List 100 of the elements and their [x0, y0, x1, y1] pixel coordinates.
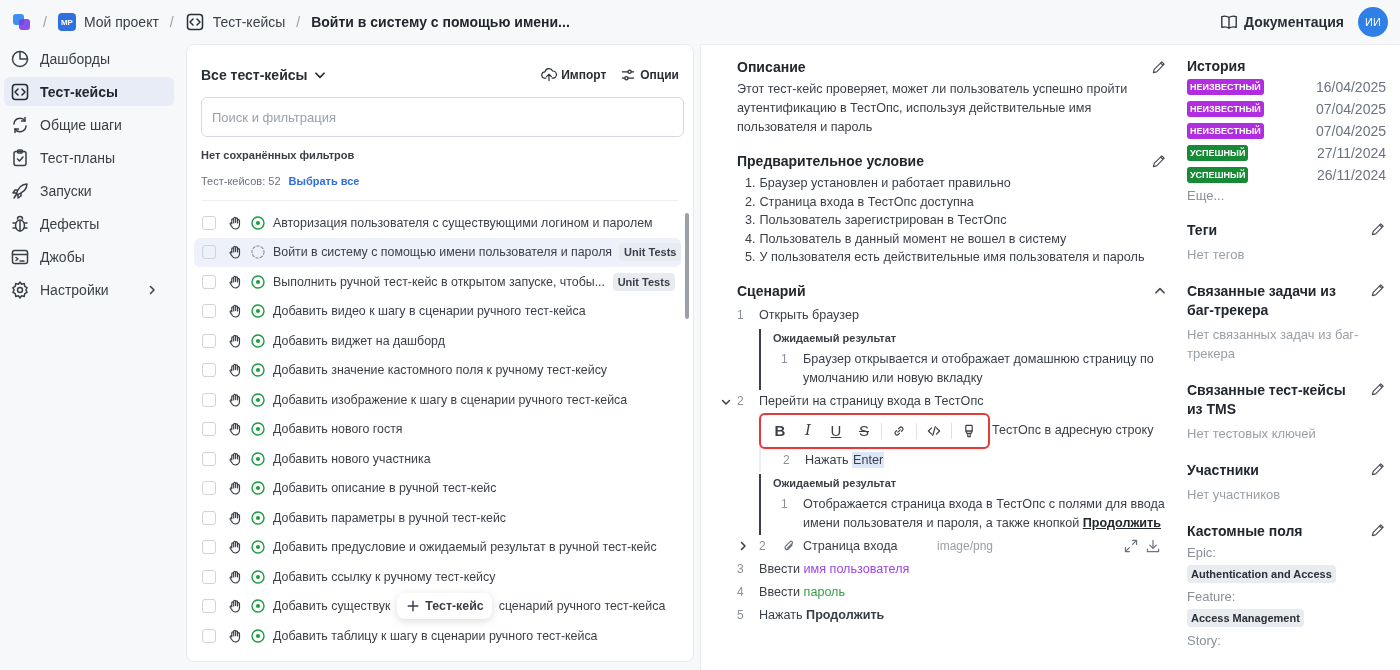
edit-icon[interactable] [1151, 153, 1167, 169]
attachment-name[interactable]: Страница входа [803, 536, 933, 556]
italic-button[interactable]: I [797, 420, 819, 441]
edit-icon[interactable] [1370, 522, 1386, 538]
test-case-row[interactable]: Добавить ссылку к ручному тест-кейсу [194, 562, 681, 592]
active-status-icon [250, 598, 266, 615]
test-case-row[interactable]: Добавить изображение к шагу в сценарии ручного тест-кейса [194, 385, 681, 415]
checkbox[interactable] [202, 333, 216, 348]
sidebar-item[interactable]: Дефекты [4, 209, 174, 238]
edit-icon[interactable] [1151, 59, 1167, 75]
edit-icon[interactable] [1370, 282, 1386, 298]
expected-result-text: Отображается страница входа в ТестОпс с полями для ввода имени пользователя и пароля, а также кнопкой Продолжить [803, 495, 1166, 532]
test-case-row[interactable]: Добавить виджет на дашборд [194, 326, 681, 356]
precondition-text: У пользователя есть действительные имя пользователя и пароль [759, 249, 1145, 266]
sidebar-item[interactable]: Общие шаги [4, 110, 174, 139]
breadcrumb-link[interactable]: Тест-кейсы [212, 14, 286, 30]
active-status-icon [250, 568, 266, 585]
hand-icon [227, 362, 243, 379]
download-icon[interactable] [1145, 538, 1161, 554]
hand-icon [227, 627, 243, 644]
documentation-link[interactable]: Документация [1220, 13, 1344, 31]
test-case-row[interactable]: Добавить предусловие и ожидаемый результат в ручной тест-кейс [194, 532, 681, 562]
checkbox[interactable] [202, 628, 216, 643]
test-case-row[interactable]: Выполнить ручной тест-кейс в открытом запуске, чтобы... Unit Tests [194, 267, 681, 297]
hand-icon [227, 450, 243, 467]
precondition-text: Пользователь зарегистрирован в ТестОпс [759, 212, 1007, 229]
test-case-row[interactable]: Авторизация пользователя с существующими логином и паролем [194, 208, 681, 238]
field-label: Story: [1187, 633, 1222, 648]
options-button[interactable]: Опции [620, 67, 679, 83]
checkbox[interactable] [202, 363, 216, 378]
sliders-icon [620, 67, 637, 83]
status-badge: НЕИЗВЕСТНЫЙ [1187, 79, 1264, 95]
test-case-row[interactable]: Добавить видео к шагу в сценарии ручного тест-кейса [194, 296, 681, 326]
expand-icon[interactable] [1123, 538, 1139, 554]
test-case-row[interactable]: Добавить значение кастомного поля к ручному тест-кейсу [194, 355, 681, 385]
test-case-title: Добавить параметры в ручной тест-кейс [273, 510, 506, 525]
test-case-row[interactable]: Добавить таблицу к шагу в сценарии ручного тест-кейса [194, 621, 681, 651]
precondition-text: Пользователь в данный момент не вошел в систему [759, 230, 1067, 248]
status-badge: НЕИЗВЕСТНЫЙ [1187, 123, 1264, 139]
test-case-title: Добавить значение кастомного поля к ручному тест-кейсу [273, 363, 608, 378]
search-field[interactable]: Поиск и фильтрация [201, 97, 684, 137]
edit-icon[interactable] [1370, 381, 1386, 397]
test-case-row[interactable]: Войти в систему с помощью имени пользователя и пароля Unit Tests [194, 237, 681, 267]
test-case-row[interactable]: Добавить нового участника [194, 444, 681, 474]
step-text: Перейти на страницу входа в ТестОпс [759, 392, 985, 410]
checkbox[interactable] [202, 569, 216, 584]
checkbox[interactable] [202, 481, 216, 496]
strike-button[interactable]: S [853, 420, 875, 441]
empty-text: Нет участников [1187, 486, 1282, 504]
underline-button[interactable]: U [825, 420, 847, 441]
breadcrumb-link[interactable]: Мой проект [83, 14, 159, 30]
attachment-number: 2 [759, 537, 767, 555]
sidebar-item[interactable]: Дашборды [4, 44, 174, 73]
sidebar-item[interactable]: Запуски [4, 176, 174, 205]
test-case-count: Тест-кейсов: 52 [201, 175, 281, 187]
bold-button[interactable]: B [769, 420, 791, 441]
hand-icon [227, 598, 243, 615]
logo-icon[interactable] [12, 12, 32, 32]
result-number: 1 [781, 350, 789, 368]
section-title: Связанные задачи из баг-трекера [1187, 282, 1337, 320]
sidebar-item[interactable]: Настройки [4, 275, 174, 304]
checkbox[interactable] [202, 510, 216, 525]
checkbox[interactable] [202, 599, 216, 614]
expected-result-label: Ожидаемый результат [773, 330, 898, 346]
breadcrumb-separator: / [296, 14, 301, 30]
checkbox[interactable] [202, 540, 216, 555]
sidebar-item[interactable]: Тест-кейсы [4, 77, 174, 106]
sidebar-item[interactable]: Тест-планы [4, 143, 174, 172]
empty-text: Нет связанных задач из баг-трекера [1187, 326, 1360, 363]
checkbox[interactable] [202, 274, 216, 289]
user-avatar[interactable]: ИИ [1358, 7, 1388, 37]
checkbox[interactable] [202, 215, 216, 230]
tag: Unit Tests [612, 272, 675, 291]
description-text: Этот тест-кейс проверяет, может ли пользователь успешно пройти аутентификацию в ТестОпс, используя действительные имя пользователя и пароль [737, 81, 1129, 136]
test-case-row[interactable]: Добавить параметры в ручной тест-кейс [194, 503, 681, 533]
scrollbar[interactable] [685, 213, 689, 319]
breadcrumb-separator: / [169, 14, 174, 30]
refresh-icon [10, 114, 30, 135]
history-date: 27/11/2024 [1316, 145, 1386, 161]
import-button[interactable]: Импорт [541, 67, 607, 83]
add-test-case-button[interactable]: Тест-кейс [397, 593, 492, 620]
test-case-row[interactable]: Добавить нового гостя [194, 414, 681, 444]
test-case-row[interactable]: Добавить существук Тест-кейс сценарий ручного тест-кейса [194, 591, 681, 621]
filter-dropdown[interactable]: Все тест-кейсы [201, 67, 328, 83]
history-date: 26/11/2024 [1316, 167, 1386, 183]
step-number: 4 [737, 583, 745, 601]
hand-icon [227, 244, 243, 261]
checkbox[interactable] [202, 422, 216, 437]
checkbox[interactable] [202, 304, 216, 319]
test-case-title: Добавить виджет на дашборд [273, 333, 445, 348]
test-case-row[interactable]: Добавить описание в ручной тест-кейс [194, 473, 681, 503]
edit-icon[interactable] [1370, 461, 1386, 477]
checkbox[interactable] [202, 451, 216, 466]
edit-icon[interactable] [1370, 221, 1386, 237]
active-status-icon [250, 480, 266, 497]
select-all-link[interactable]: Выбрать все [288, 175, 360, 187]
checkbox[interactable] [202, 245, 216, 260]
test-case-title: Добавить нового участника [273, 451, 431, 466]
sidebar-item[interactable]: Джобы [4, 242, 174, 271]
checkbox[interactable] [202, 392, 216, 407]
